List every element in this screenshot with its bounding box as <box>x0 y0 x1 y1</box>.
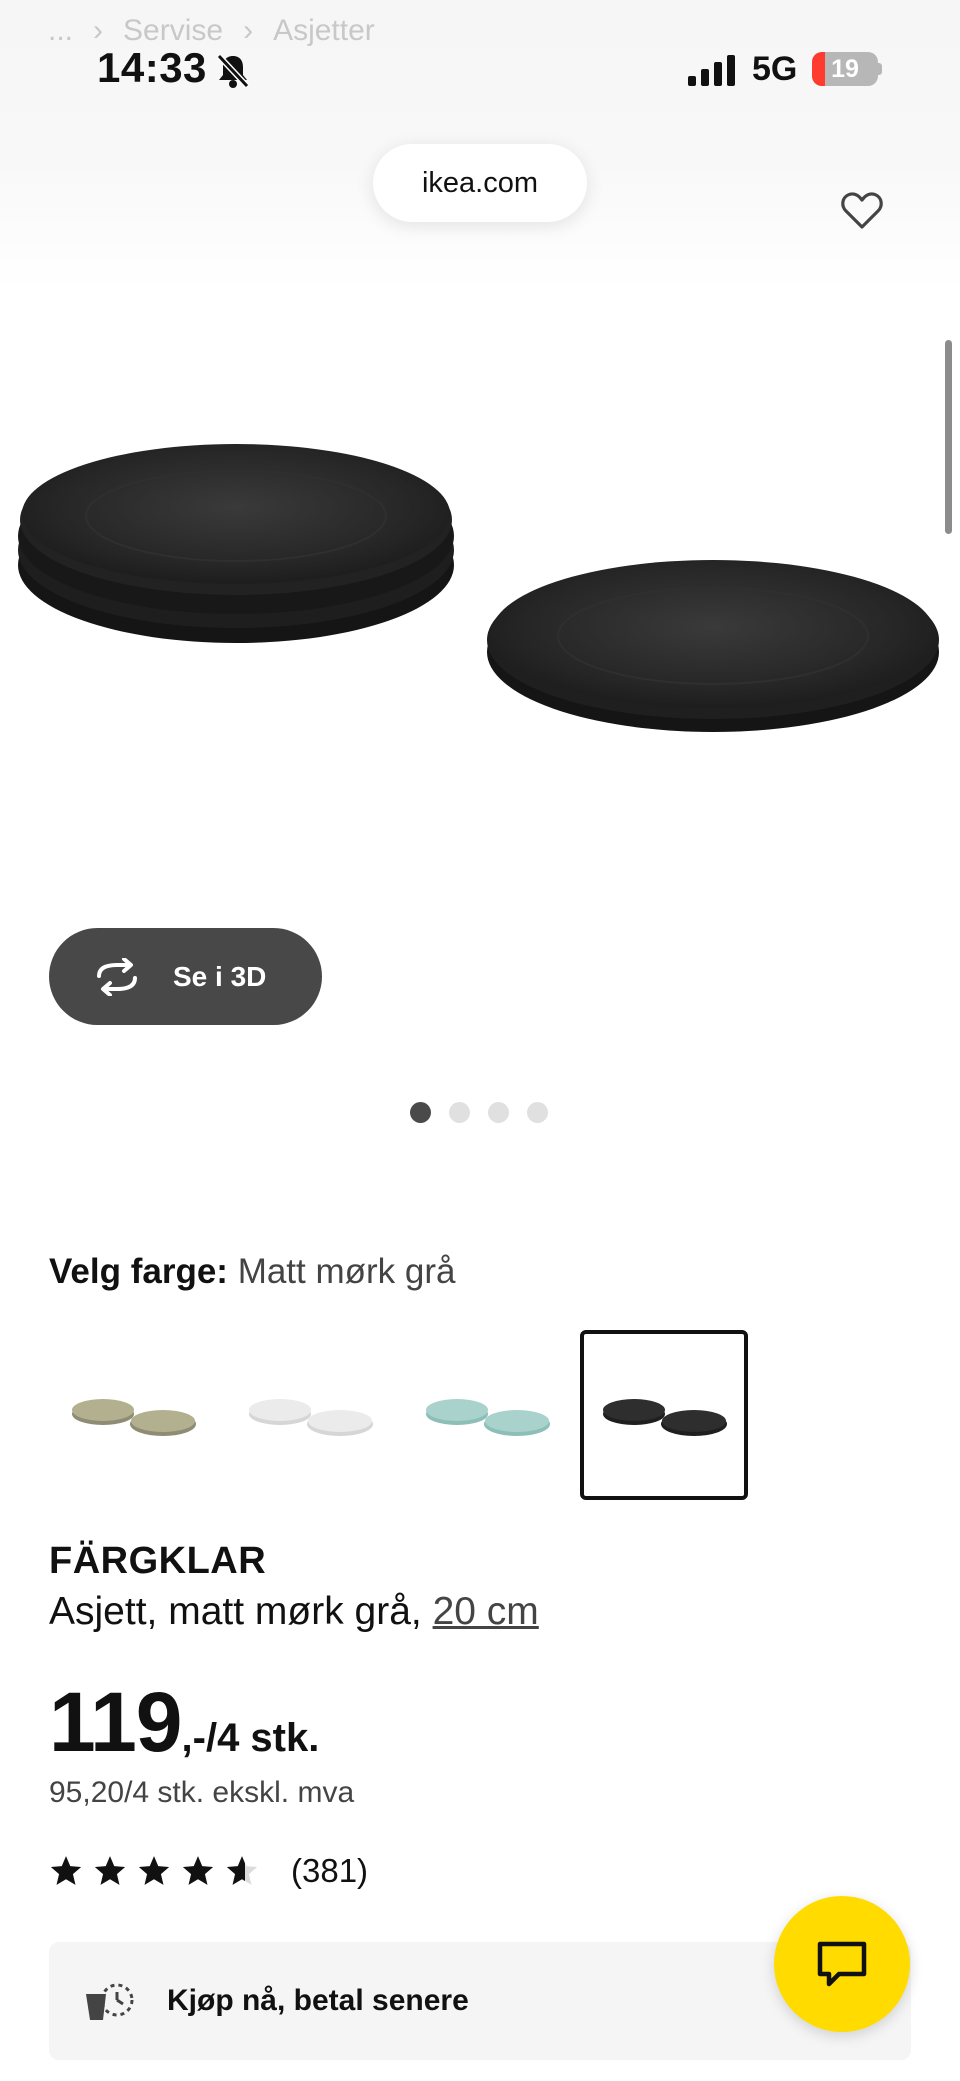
view-3d-button[interactable]: Se i 3D <box>49 928 322 1025</box>
bell-off-icon <box>216 53 250 89</box>
chat-button[interactable] <box>774 1896 910 2032</box>
url-text: ikea.com <box>421 166 539 199</box>
rating-stars <box>49 1854 269 1888</box>
breadcrumb-separator-icon: › <box>243 14 254 47</box>
network-type: 5G <box>752 50 798 88</box>
star-icon <box>94 1856 126 1885</box>
battery-nub <box>878 63 882 75</box>
price-ex-vat: 95,20/4 stk. ekskl. mva <box>49 1776 355 1809</box>
view-3d-label: Se i 3D <box>173 960 267 992</box>
star-icon <box>138 1856 170 1885</box>
price-amount: 119 <box>49 1675 183 1769</box>
plate-thumbnail <box>72 1399 196 1436</box>
carousel-dot[interactable] <box>488 1102 509 1123</box>
breadcrumb-item-asjetter[interactable]: Asjetter <box>273 14 375 47</box>
rating[interactable]: (381) <box>49 1852 368 1890</box>
star-icon <box>182 1856 214 1885</box>
color-swatch-matt-dark-grey[interactable] <box>580 1330 748 1500</box>
plate-thumbnail <box>426 1399 550 1436</box>
carousel-indicator <box>410 1102 548 1123</box>
carousel-dot[interactable] <box>449 1102 470 1123</box>
color-swatch-turquoise[interactable] <box>403 1330 571 1500</box>
product-name: FÄRGKLAR <box>49 1540 267 1582</box>
color-label: Velg farge: <box>49 1252 228 1291</box>
plate-thumbnail <box>249 1399 373 1436</box>
breadcrumb: ... › Servise › Asjetter <box>48 14 395 48</box>
breadcrumb-ellipsis[interactable]: ... <box>48 14 73 47</box>
price: 119,-/4 stk. <box>49 1674 319 1771</box>
status-time: 14:33 <box>97 44 207 91</box>
breadcrumb-separator-icon: › <box>93 14 104 47</box>
rotate-arrows-icon <box>97 957 137 996</box>
color-swatches <box>49 1330 748 1500</box>
basket-clock-icon <box>86 1983 134 2020</box>
url-bar[interactable]: ikea.com <box>373 144 587 222</box>
chat-bubble-icon <box>817 1941 867 1987</box>
product-size-link[interactable]: 20 cm <box>433 1590 539 1633</box>
price-unit: ,-/4 stk. <box>181 1716 320 1760</box>
carousel-dot[interactable] <box>410 1102 431 1123</box>
battery-indicator: 19 <box>812 52 878 86</box>
color-swatch-olive[interactable] <box>49 1330 217 1500</box>
bnpl-label: Kjøp nå, betal senere <box>167 1984 469 2017</box>
star-icon <box>226 1856 258 1885</box>
heart-outline-icon <box>841 192 883 229</box>
battery-level: 19 <box>831 55 859 83</box>
star-icon <box>50 1856 82 1885</box>
review-count[interactable]: (381) <box>291 1852 368 1890</box>
selected-color: Matt mørk grå <box>237 1252 456 1291</box>
favorite-button[interactable] <box>838 187 886 235</box>
signal-bars-icon <box>688 55 735 86</box>
product-description-text: Asjett, matt mørk grå, <box>49 1590 422 1633</box>
color-selector-heading: Velg farge: Matt mørk grå <box>49 1252 455 1292</box>
product-description: Asjett, matt mørk grå, 20 cm <box>49 1590 539 1634</box>
plate-thumbnail <box>603 1399 727 1436</box>
breadcrumb-item-servise[interactable]: Servise <box>123 14 223 47</box>
carousel-dot[interactable] <box>527 1102 548 1123</box>
product-image[interactable] <box>0 400 960 820</box>
color-swatch-light-grey[interactable] <box>226 1330 394 1500</box>
